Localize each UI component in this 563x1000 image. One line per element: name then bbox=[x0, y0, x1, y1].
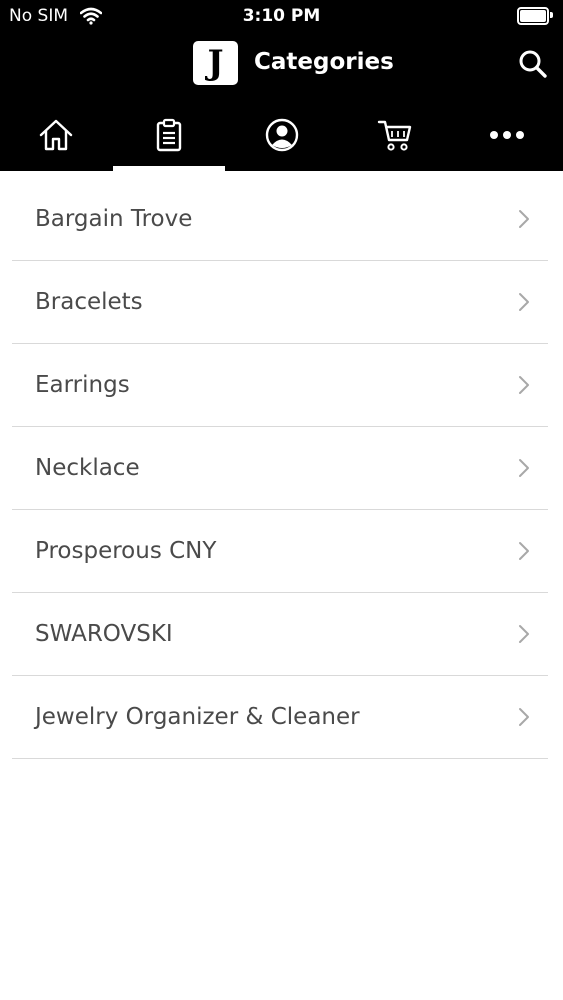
chevron-right-icon bbox=[519, 708, 529, 726]
app-header: No SIM 3:10 PM J Categories bbox=[0, 0, 563, 171]
tab-home[interactable] bbox=[0, 98, 112, 171]
tab-more[interactable] bbox=[451, 98, 563, 171]
list-item[interactable]: SWAROVSKI bbox=[12, 593, 548, 676]
search-icon[interactable] bbox=[517, 48, 549, 80]
list-item[interactable]: Bracelets bbox=[12, 261, 548, 344]
chevron-right-icon bbox=[519, 459, 529, 477]
category-label: Bracelets bbox=[35, 289, 143, 315]
chevron-right-icon bbox=[519, 210, 529, 228]
list-item[interactable]: Earrings bbox=[12, 344, 548, 427]
list-item[interactable]: Prosperous CNY bbox=[12, 510, 548, 593]
account-icon bbox=[265, 118, 299, 151]
selected-tab-indicator bbox=[113, 166, 225, 171]
category-list: Bargain Trove Bracelets Earrings Necklac… bbox=[12, 178, 548, 759]
app-logo: J bbox=[193, 41, 238, 85]
category-label: Bargain Trove bbox=[35, 206, 193, 232]
battery-full-icon bbox=[517, 7, 553, 25]
chevron-right-icon bbox=[519, 376, 529, 394]
chevron-right-icon bbox=[519, 542, 529, 560]
tab-bar bbox=[0, 98, 563, 171]
list-item[interactable]: Necklace bbox=[12, 427, 548, 510]
category-label: Jewelry Organizer & Cleaner bbox=[35, 704, 360, 730]
cart-icon bbox=[377, 120, 412, 151]
chevron-right-icon bbox=[519, 293, 529, 311]
clipboard-icon bbox=[156, 118, 182, 151]
home-icon bbox=[39, 119, 73, 150]
category-label: Earrings bbox=[35, 372, 130, 398]
status-bar: No SIM 3:10 PM bbox=[0, 0, 563, 32]
status-time: 3:10 PM bbox=[242, 6, 321, 26]
category-label: Necklace bbox=[35, 455, 140, 481]
chevron-right-icon bbox=[519, 625, 529, 643]
page-title: Categories bbox=[254, 49, 394, 75]
list-item[interactable]: Jewelry Organizer & Cleaner bbox=[12, 676, 548, 759]
tab-account[interactable] bbox=[226, 98, 338, 171]
list-item[interactable]: Bargain Trove bbox=[12, 178, 548, 261]
tab-categories[interactable] bbox=[113, 98, 225, 171]
tab-cart[interactable] bbox=[339, 98, 451, 171]
category-label: SWAROVSKI bbox=[35, 621, 173, 647]
category-label: Prosperous CNY bbox=[35, 538, 217, 564]
title-bar: J Categories bbox=[0, 38, 563, 88]
more-icon bbox=[490, 130, 524, 139]
